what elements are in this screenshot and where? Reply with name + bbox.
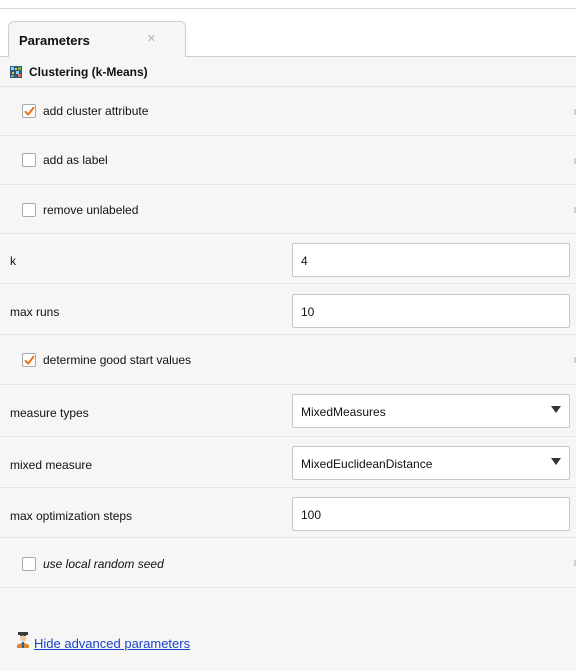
add-cluster-attribute-label: add cluster attribute (43, 104, 149, 118)
param-mixed-measure: mixed measure MixedEuclideanDistance (0, 437, 576, 488)
param-determine-good-start-values: determine good start values (0, 335, 576, 385)
k-label: k (10, 254, 16, 268)
use-local-random-seed-checkbox[interactable] (22, 557, 36, 571)
check-icon (24, 106, 35, 116)
chevron-down-icon[interactable] (551, 458, 561, 465)
operator-title: Clustering (k-Means) (29, 65, 148, 79)
k-input[interactable]: 4 (292, 243, 570, 277)
k-value: 4 (301, 254, 308, 268)
max-runs-value: 10 (301, 305, 315, 319)
mixed-measure-value: MixedEuclideanDistance (301, 457, 433, 471)
operator-header: Clustering (k-Means) (0, 57, 576, 87)
tab-title: Parameters (19, 33, 90, 48)
expert-user-icon (17, 632, 29, 648)
max-optimization-steps-input[interactable]: 100 (292, 497, 570, 531)
param-add-cluster-attribute: add cluster attribute (0, 87, 576, 136)
tab-parameters[interactable]: Parameters × (8, 21, 186, 57)
check-icon (24, 355, 35, 365)
max-optimization-steps-value: 100 (301, 508, 322, 522)
measure-types-value: MixedMeasures (301, 405, 386, 419)
measure-types-label: measure types (10, 406, 89, 420)
max-runs-label: max runs (10, 305, 60, 319)
param-measure-types: measure types MixedMeasures (0, 385, 576, 437)
param-add-as-label: add as label (0, 136, 576, 185)
measure-types-select[interactable]: MixedMeasures (292, 394, 570, 428)
param-use-local-random-seed: use local random seed (0, 538, 576, 588)
param-max-runs: max runs 10 (0, 284, 576, 335)
clustering-icon (10, 66, 22, 78)
chevron-down-icon[interactable] (551, 406, 561, 413)
parameters-panel: Parameters × Clustering (k-Means) add cl… (0, 0, 576, 671)
tab-bar: Parameters × (0, 0, 576, 57)
remove-unlabeled-label: remove unlabeled (43, 203, 139, 217)
add-as-label-checkbox[interactable] (22, 153, 36, 167)
max-optimization-steps-label: max optimization steps (10, 509, 133, 523)
determine-good-start-values-checkbox[interactable] (22, 353, 36, 367)
max-runs-input[interactable]: 10 (292, 294, 570, 328)
mixed-measure-label: mixed measure (10, 458, 93, 472)
param-k: k 4 (0, 234, 576, 284)
tab-bar-top-line (0, 8, 576, 9)
close-icon[interactable]: × (147, 30, 156, 47)
remove-unlabeled-checkbox[interactable] (22, 203, 36, 217)
param-max-optimization-steps: max optimization steps 100 (0, 488, 576, 538)
determine-good-start-values-label: determine good start values (43, 353, 192, 367)
use-local-random-seed-label: use local random seed (43, 557, 164, 571)
mixed-measure-select[interactable]: MixedEuclideanDistance (292, 446, 570, 480)
add-cluster-attribute-checkbox[interactable] (22, 104, 36, 118)
add-as-label-label: add as label (43, 153, 108, 167)
hide-advanced-parameters-link[interactable]: Hide advanced parameters (34, 636, 190, 651)
param-remove-unlabeled: remove unlabeled (0, 185, 576, 234)
